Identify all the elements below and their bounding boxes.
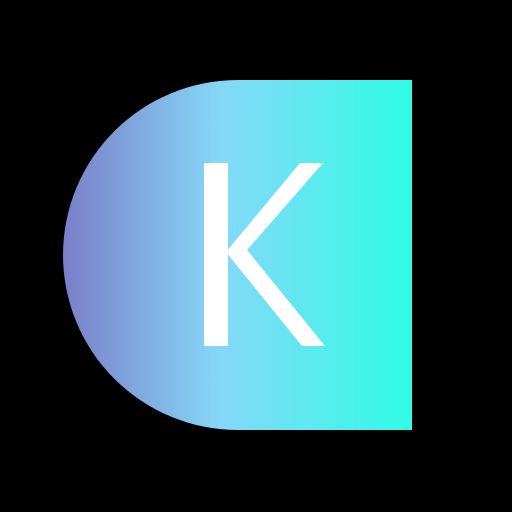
- logo-badge: K: [63, 80, 412, 430]
- app-icon-canvas: K: [0, 0, 512, 512]
